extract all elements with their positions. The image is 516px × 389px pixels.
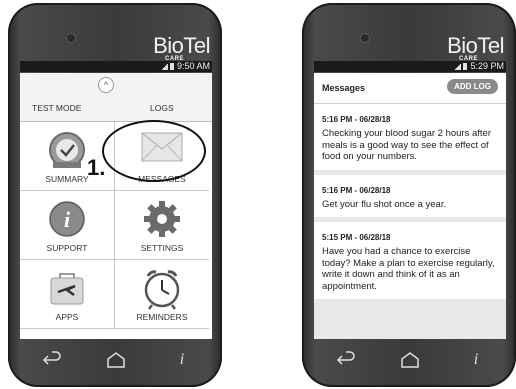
phone-right: BioTel CARE 5:29 PM Messages ADD LOG 5:1… [302, 3, 516, 387]
callout-number: 1. [87, 155, 106, 180]
apps-bag-icon [50, 273, 84, 305]
list-item[interactable]: 5:16 PM - 06/28/18 Checking your blood s… [314, 104, 506, 170]
tab-logs[interactable]: LOGS [150, 103, 174, 113]
brand-logo: BioTel CARE [153, 33, 210, 63]
alarm-clock-icon [144, 270, 180, 310]
signal-icon [161, 63, 168, 71]
back-icon[interactable] [336, 351, 356, 369]
add-log-button[interactable]: ADD LOG [447, 79, 498, 94]
message-text: Checking your blood sugar 2 hours after … [322, 128, 491, 162]
home-icon[interactable] [106, 351, 126, 369]
phone-left: BioTel CARE 9:50 AM ^ TEST MODE LOGS SUM… [8, 3, 222, 387]
callout-ellipse [102, 120, 206, 182]
tab-test-mode[interactable]: TEST MODE [32, 103, 81, 113]
info-icon: i [49, 201, 85, 237]
back-icon[interactable] [42, 351, 62, 369]
tile-label: SUPPORT [46, 243, 88, 253]
status-bar: 5:29 PM [314, 61, 506, 72]
clock: 5:29 PM [470, 61, 504, 71]
battery-icon [463, 63, 468, 71]
tile-label: SETTINGS [140, 243, 184, 253]
nav-bar: i [314, 343, 506, 377]
front-camera [66, 33, 76, 43]
tile-reminders[interactable]: REMINDERS [115, 260, 209, 329]
messages-header: Messages ADD LOG [314, 73, 506, 104]
message-time: 5:16 PM - 06/28/18 [322, 115, 391, 124]
message-text: Get your flu shot once a year. [322, 198, 447, 210]
signal-icon [455, 63, 462, 71]
tile-apps[interactable]: APPS [20, 260, 115, 329]
tile-label: REMINDERS [136, 312, 188, 322]
nav-bar: i [20, 343, 212, 377]
tile-label: APPS [55, 312, 79, 322]
brand-name: BioTel [447, 33, 504, 58]
message-time: 5:16 PM - 06/28/18 [322, 185, 391, 195]
list-item[interactable]: 5:15 PM - 06/28/18 Have you had a chance… [314, 222, 506, 299]
messages-screen: Messages ADD LOG 5:16 PM - 06/28/18 Chec… [314, 73, 506, 339]
brand-logo: BioTel CARE [447, 33, 504, 63]
message-text: Have you had a chance to exercise today?… [322, 246, 495, 292]
info-nav-icon[interactable]: i [466, 351, 486, 369]
battery-icon [169, 63, 174, 71]
clock: 9:50 AM [176, 61, 210, 71]
svg-text:i: i [64, 207, 71, 232]
chevron-up-icon[interactable]: ^ [98, 77, 114, 93]
front-camera [360, 33, 370, 43]
list-item[interactable]: 5:16 PM - 06/28/18 Get your flu shot onc… [314, 174, 506, 217]
home-icon[interactable] [400, 351, 420, 369]
message-list[interactable]: 5:16 PM - 06/28/18 Checking your blood s… [314, 104, 506, 339]
tile-settings[interactable]: SETTINGS [115, 191, 209, 260]
gear-icon [144, 201, 180, 237]
mode-tabs: ^ TEST MODE LOGS [20, 73, 212, 122]
page-title: Messages [322, 83, 366, 93]
home-screen: ^ TEST MODE LOGS SUMMARY MESSAGES i SUPP… [20, 73, 212, 339]
status-bar: 9:50 AM [20, 61, 212, 72]
info-nav-icon[interactable]: i [172, 351, 192, 369]
tile-support[interactable]: i SUPPORT [20, 191, 115, 260]
brand-name: BioTel [153, 33, 210, 58]
checkmark-gauge-icon [49, 132, 85, 168]
message-time: 5:15 PM - 06/28/18 [322, 233, 391, 242]
